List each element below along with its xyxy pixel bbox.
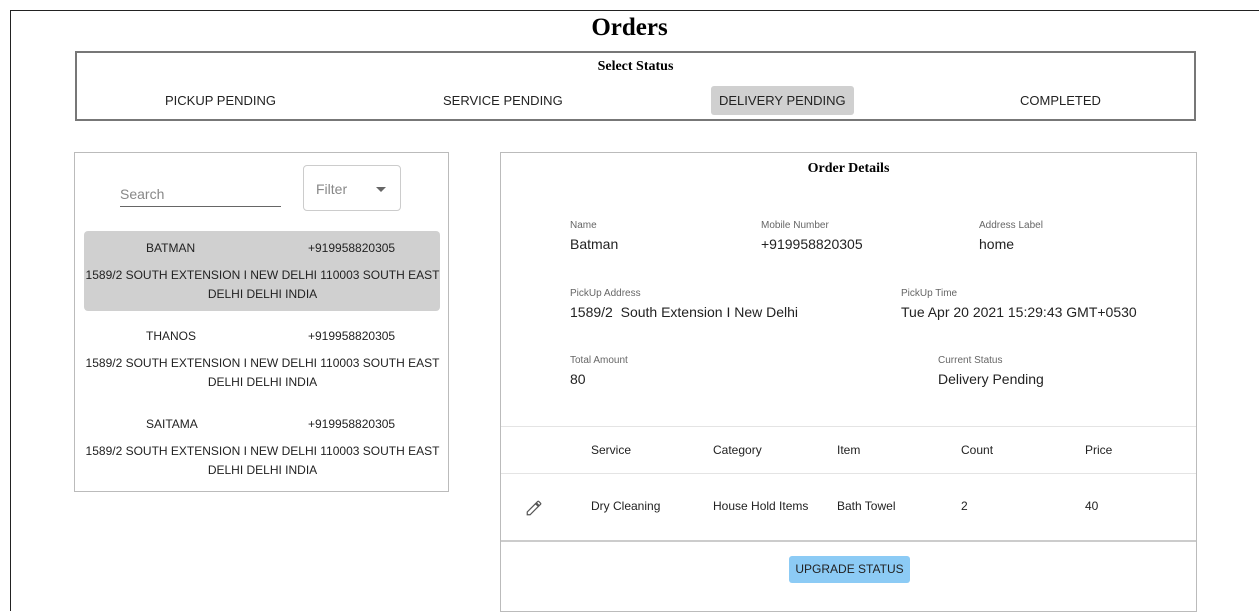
search-input[interactable] [120, 181, 281, 206]
filter-select[interactable]: Filter [303, 165, 401, 211]
filter-label: Filter [316, 181, 348, 197]
total-amount-label: Total Amount [570, 355, 628, 366]
order-customer-phone: +919958820305 [308, 241, 396, 255]
cell-category: House Hold Items [713, 499, 809, 513]
cell-price: 40 [1085, 499, 1099, 513]
page-title: Orders [591, 14, 668, 41]
order-customer-name: BATMAN [146, 241, 196, 255]
search-field [120, 181, 281, 207]
order-customer-address: 1589/2 SOUTH EXTENSION I NEW DELHI 11000… [85, 356, 440, 389]
status-service-pending[interactable]: SERVICE PENDING [435, 86, 571, 115]
cell-item: Bath Towel [837, 499, 896, 513]
column-header-service: Service [591, 443, 632, 457]
pickup-address-label: PickUp Address [570, 288, 641, 299]
column-header-price: Price [1085, 443, 1113, 457]
name-label: Name [570, 220, 597, 231]
cell-count: 2 [961, 499, 968, 513]
orders-list-panel: Filter BATMAN +919958820305 1589/2 SOUTH… [74, 152, 449, 492]
address-label-label: Address Label [979, 220, 1043, 231]
order-customer-name: THANOS [146, 329, 197, 343]
pickup-time-value: Tue Apr 20 2021 15:29:43 GMT+0530 [901, 304, 1137, 320]
order-list-item[interactable]: THANOS +919958820305 1589/2 SOUTH EXTENS… [84, 319, 440, 399]
address-label-value: home [979, 236, 1015, 252]
mobile-label: Mobile Number [761, 220, 829, 231]
pickup-address-value: 1589/2 South Extension I New Delhi [570, 304, 799, 320]
mobile-value: +919958820305 [761, 236, 863, 252]
status-delivery-pending[interactable]: DELIVERY PENDING [711, 86, 854, 115]
order-customer-name: SAITAMA [146, 417, 198, 431]
caret-down-icon [376, 187, 386, 192]
name-value: Batman [570, 236, 619, 252]
table-top-divider [501, 426, 1196, 427]
upgrade-status-button[interactable]: UPGRADE STATUS [789, 556, 910, 583]
current-status-value: Delivery Pending [938, 371, 1044, 387]
order-list-item[interactable]: BATMAN +919958820305 1589/2 SOUTH EXTENS… [84, 231, 440, 311]
pencil-icon[interactable] [525, 499, 543, 517]
order-list-item[interactable]: SAITAMA +919958820305 1589/2 SOUTH EXTEN… [84, 407, 440, 487]
status-selector: Select Status PICKUP PENDING SERVICE PEN… [75, 51, 1196, 121]
order-customer-phone: +919958820305 [308, 417, 396, 431]
column-header-category: Category [713, 443, 762, 457]
order-customer-address: 1589/2 SOUTH EXTENSION I NEW DELHI 11000… [85, 268, 440, 301]
status-completed[interactable]: COMPLETED [1012, 86, 1109, 115]
total-amount-value: 80 [570, 371, 586, 387]
pickup-time-label: PickUp Time [901, 288, 958, 299]
status-pickup-pending[interactable]: PICKUP PENDING [157, 86, 284, 115]
pickup-time-field: PickUp Time Tue Apr 20 2021 15:29:43 GMT… [901, 283, 1196, 333]
order-customer-address: 1589/2 SOUTH EXTENSION I NEW DELHI 11000… [85, 444, 440, 477]
order-details-title: Order Details [807, 161, 890, 176]
current-status-label: Current Status [938, 355, 1003, 366]
order-details-panel: Order Details Name Batman Mobile Number … [500, 152, 1197, 612]
order-customer-phone: +919958820305 [308, 329, 396, 343]
column-header-item: Item [837, 443, 861, 457]
status-selector-title: Select Status [597, 59, 674, 74]
cell-service: Dry Cleaning [591, 499, 661, 513]
table-header-divider [501, 473, 1196, 474]
table-bottom-divider [501, 540, 1196, 542]
column-header-count: Count [961, 443, 994, 457]
